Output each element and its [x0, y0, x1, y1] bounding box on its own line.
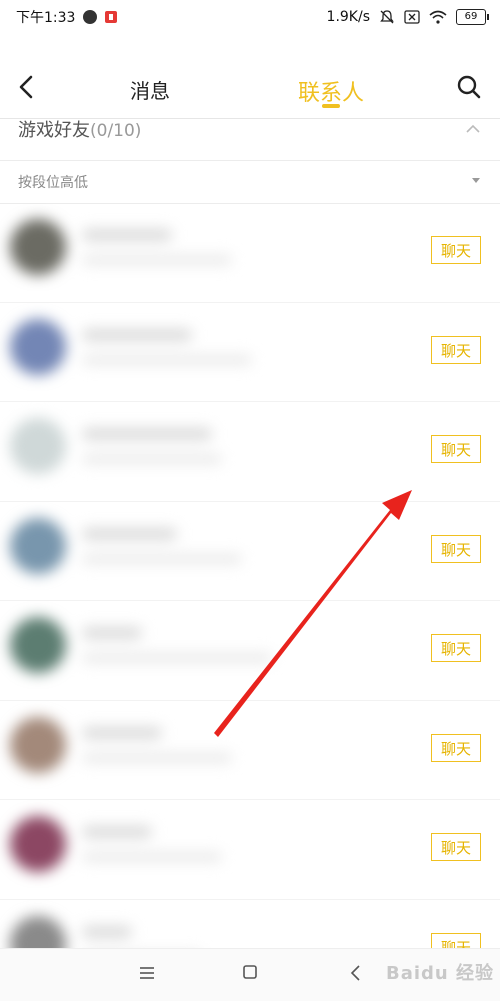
watermark: Baidu 经验 — [385, 963, 494, 984]
friend-name-placeholder — [82, 328, 192, 341]
friend-name-placeholder — [82, 229, 172, 241]
list-item[interactable]: 聊天 — [0, 303, 500, 402]
chat-button[interactable]: 聊天 — [431, 932, 481, 948]
system-nav-bar: Baidu 经验 — [0, 948, 500, 1001]
friends-list: 聊天 聊天 聊天 聊天 聊天 聊天 聊天 聊天 — [0, 203, 500, 948]
sim-off-icon — [404, 10, 420, 24]
blurred-friend-info — [0, 601, 370, 699]
friend-name-placeholder — [82, 527, 177, 540]
friend-name-placeholder — [82, 925, 132, 938]
home-icon[interactable] — [242, 964, 258, 980]
blurred-friend-info — [0, 900, 370, 948]
network-speed: 1.9K/s — [326, 9, 370, 25]
blurred-friend-info — [0, 800, 370, 898]
chat-button[interactable]: 聊天 — [431, 534, 481, 563]
list-item[interactable]: 聊天 — [0, 800, 500, 900]
wifi-icon — [429, 10, 447, 24]
group-count: (0/10) — [90, 121, 142, 141]
active-tab-indicator — [322, 104, 340, 108]
list-item[interactable]: 聊天 — [0, 900, 500, 948]
avatar — [10, 517, 66, 574]
avatar — [10, 318, 66, 375]
blurred-friend-info — [0, 203, 370, 301]
back-nav-icon[interactable] — [348, 963, 362, 983]
friend-desc-placeholder — [82, 852, 222, 862]
blurred-friend-info — [0, 502, 370, 600]
qq-notification-icon — [83, 10, 98, 24]
collapse-icon[interactable] — [464, 122, 482, 136]
avatar — [10, 816, 66, 872]
group-header[interactable]: 游戏好友(0/10) — [0, 118, 500, 158]
chat-button[interactable]: 聊天 — [431, 335, 481, 364]
avatar — [10, 716, 66, 773]
list-item[interactable]: 聊天 — [0, 701, 500, 800]
friend-desc-placeholder — [82, 454, 222, 464]
list-item[interactable]: 聊天 — [0, 502, 500, 601]
blurred-friend-info — [0, 402, 370, 500]
list-item[interactable]: 聊天 — [0, 402, 500, 502]
friend-desc-placeholder — [82, 354, 252, 365]
search-icon[interactable] — [456, 74, 482, 100]
mute-icon — [380, 10, 394, 24]
chat-button[interactable]: 聊天 — [431, 833, 481, 861]
friend-desc-placeholder — [82, 255, 232, 265]
avatar — [10, 915, 66, 948]
chat-button[interactable]: 聊天 — [431, 435, 481, 463]
chat-button[interactable]: 聊天 — [431, 236, 481, 264]
battery-indicator: 69 — [456, 9, 489, 25]
group-name: 游戏好友 — [18, 120, 90, 141]
tab-contacts[interactable]: 联系人 — [298, 75, 364, 107]
app-notification-icon — [105, 11, 118, 23]
friend-desc-placeholder — [82, 653, 272, 663]
avatar — [10, 617, 66, 673]
friend-desc-placeholder — [82, 553, 242, 564]
nav-bar: 消息 联系人 — [0, 60, 500, 116]
dropdown-arrow-icon — [472, 178, 480, 183]
friend-desc-placeholder — [82, 752, 232, 763]
avatar — [10, 418, 66, 474]
status-time: 下午1:33 — [16, 10, 76, 26]
group-title: 游戏好友(0/10) — [18, 116, 141, 142]
status-bar: 下午1:33 1.9K/s 69 — [0, 0, 500, 34]
blurred-friend-info — [0, 701, 370, 799]
friend-name-placeholder — [82, 726, 162, 739]
avatar — [10, 219, 66, 275]
sort-dropdown[interactable]: 按段位高低 — [0, 160, 500, 204]
friend-name-placeholder — [82, 826, 152, 838]
sort-label: 按段位高低 — [18, 175, 88, 191]
chat-button[interactable]: 聊天 — [431, 733, 481, 762]
list-item[interactable]: 聊天 — [0, 203, 500, 303]
list-item[interactable]: 聊天 — [0, 601, 500, 701]
friend-name-placeholder — [82, 627, 142, 639]
status-left: 下午1:33 — [0, 7, 118, 27]
chat-button[interactable]: 聊天 — [431, 634, 481, 662]
tab-messages[interactable]: 消息 — [130, 75, 170, 104]
menu-icon[interactable] — [138, 965, 156, 981]
blurred-friend-info — [0, 303, 370, 401]
status-right: 1.9K/s 69 — [327, 9, 500, 25]
friend-name-placeholder — [82, 428, 212, 440]
back-icon[interactable] — [14, 74, 40, 100]
